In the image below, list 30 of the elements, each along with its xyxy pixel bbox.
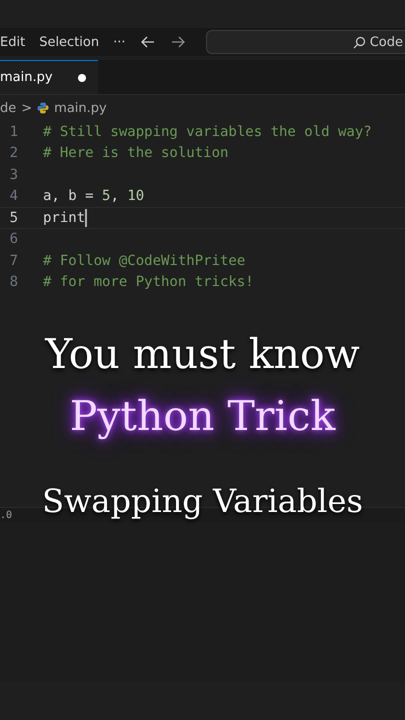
line-number: 6 [8, 231, 18, 248]
menu-item[interactable]: Edit [0, 34, 26, 50]
code-line: # Follow @CodeWithPritee [43, 252, 246, 269]
code-line: # Still swapping variables the old way? [43, 124, 372, 140]
back-arrow-icon[interactable] [140, 34, 156, 50]
breadcrumb-separator: > [21, 100, 32, 116]
headline-text: You must know [45, 330, 360, 378]
line-number: 1 [8, 124, 18, 140]
highlight-text: Python Trick [70, 392, 336, 440]
editor-tab[interactable]: main.py [0, 60, 98, 94]
breadcrumb-item[interactable]: main.py [54, 100, 107, 116]
panel-status-text: .0 [0, 510, 12, 520]
code-line: # for more Python tricks! [43, 274, 254, 290]
menu-item[interactable]: ··· [113, 34, 126, 50]
forward-arrow-icon[interactable] [170, 34, 186, 50]
code-line: # Here is the solution [43, 145, 228, 162]
code-line: print [43, 208, 87, 227]
subtitle-text: Swapping Variables [42, 482, 363, 520]
menu-item[interactable]: Selection [39, 34, 100, 50]
python-file-icon [37, 102, 50, 114]
search-field[interactable]: Code [206, 30, 405, 54]
search-icon [352, 36, 366, 48]
line-number: 7 [8, 252, 18, 269]
line-number: 4 [8, 188, 18, 204]
code-line: a, b = 5, 10 [43, 188, 144, 204]
line-number: 3 [8, 166, 18, 183]
breadcrumb-item[interactable]: de [0, 100, 16, 116]
line-number: 8 [8, 274, 18, 290]
line-number: 2 [8, 145, 18, 162]
line-number: 5 [8, 210, 18, 226]
